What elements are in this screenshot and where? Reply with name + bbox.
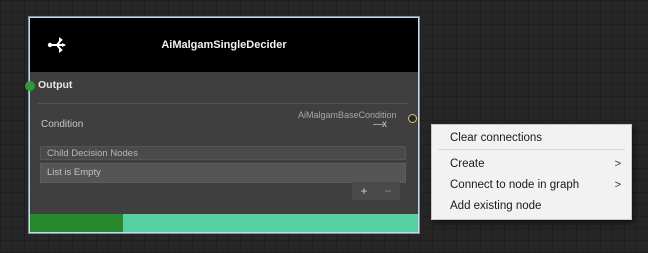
condition-label: Condition: [41, 119, 84, 130]
decider-node[interactable]: AiMalgamSingleDecider Output AiMalgamBas…: [25, 18, 418, 232]
menu-item-label: Clear connections: [450, 132, 543, 144]
output-port[interactable]: [25, 81, 35, 91]
divider: [38, 103, 408, 104]
menu-item-label: Connect to node in graph: [450, 179, 580, 191]
context-menu: Clear connections Create > Connect to no…: [431, 124, 632, 220]
add-item-button[interactable]: +: [360, 182, 367, 200]
menu-item-add-existing-node[interactable]: Add existing node: [432, 197, 631, 215]
child-nodes-list: List is Empty: [40, 163, 406, 183]
condition-port[interactable]: [408, 114, 417, 123]
output-label: Output: [38, 79, 73, 91]
menu-item-label: Add existing node: [450, 200, 542, 212]
menu-item-connect-to-node[interactable]: Connect to node in graph >: [432, 176, 631, 194]
condition-field-icon: —x: [373, 119, 387, 130]
menu-item-label: Create: [450, 158, 485, 170]
node-header[interactable]: AiMalgamSingleDecider: [30, 18, 418, 72]
graph-canvas[interactable]: { "node": { "title": "AiMalgamSingleDeci…: [0, 0, 648, 253]
node-title: AiMalgamSingleDecider: [161, 39, 287, 51]
list-buttons: + −: [352, 182, 400, 200]
remove-item-button[interactable]: −: [384, 182, 391, 200]
node-status-bar-fill: [30, 214, 124, 232]
menu-divider: [438, 149, 625, 150]
menu-item-create[interactable]: Create >: [432, 155, 631, 173]
chevron-right-icon: >: [614, 158, 621, 170]
child-nodes-list-header: Child Decision Nodes: [40, 146, 406, 160]
chevron-right-icon: >: [614, 179, 621, 191]
menu-item-clear-connections[interactable]: Clear connections: [432, 129, 631, 147]
